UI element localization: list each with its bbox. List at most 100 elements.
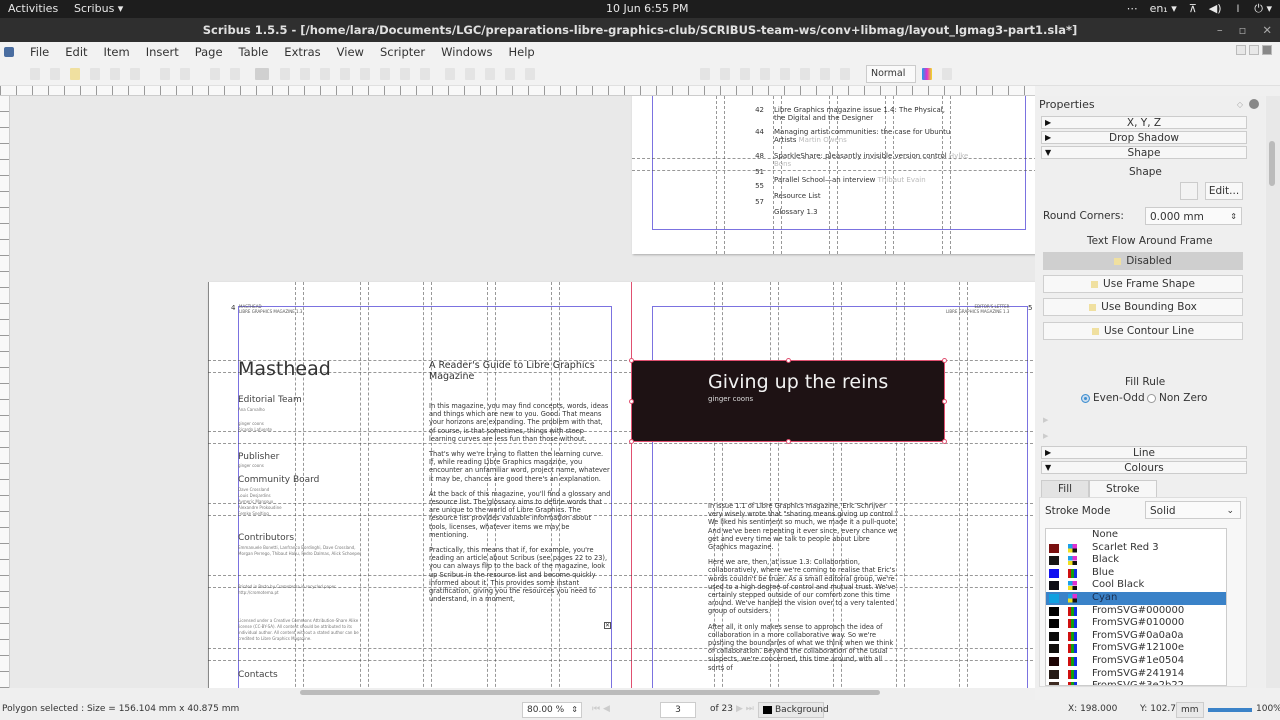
resize-handle[interactable] <box>629 439 634 444</box>
select-tool-icon[interactable] <box>255 68 269 80</box>
resize-handle[interactable] <box>629 358 634 363</box>
menu-extras[interactable]: Extras <box>276 45 328 59</box>
colour-list-item[interactable]: Cyan <box>1046 591 1226 605</box>
open-icon[interactable] <box>50 68 60 80</box>
redo-icon[interactable] <box>180 68 190 80</box>
cut-icon[interactable] <box>210 68 220 80</box>
resize-handle[interactable] <box>786 439 791 444</box>
text-flow-frame-shape-button[interactable]: Use Frame Shape <box>1043 275 1243 293</box>
preflight-icon[interactable] <box>130 68 140 80</box>
zoom-tool-icon[interactable] <box>525 68 535 80</box>
section-colours[interactable]: ▼ Colours <box>1041 461 1247 474</box>
text-flow-bounding-box-button[interactable]: Use Bounding Box <box>1043 298 1243 316</box>
tab-fill[interactable]: Fill <box>1041 480 1090 497</box>
colour-list-item[interactable]: FromSVG#12100e <box>1046 642 1226 655</box>
fill-rule-even-odd-radio[interactable]: Even-Odd <box>1081 392 1145 404</box>
horizontal-ruler[interactable] <box>0 86 1035 96</box>
guide-title[interactable]: A Reader's Guide to Libre Graphics Magaz… <box>429 360 609 382</box>
mdi-restore-button[interactable] <box>1249 45 1259 55</box>
colour-list-item[interactable]: FromSVG#3e2b22 <box>1046 680 1226 685</box>
vertical-ruler[interactable] <box>0 96 10 688</box>
table-of-contents[interactable]: 42 Libre Graphics magazine issue 1.4: Th… <box>744 106 1024 226</box>
app-menu-button[interactable]: Scribus ▾ <box>74 2 123 15</box>
fill-rule-non-zero-radio[interactable]: Non Zero <box>1147 392 1207 404</box>
network-icon[interactable]: ⊼ <box>1189 2 1197 16</box>
menu-table[interactable]: Table <box>231 45 277 59</box>
pdf-combo-icon[interactable] <box>760 68 770 80</box>
resize-handle[interactable] <box>942 358 947 363</box>
text-frame-icon[interactable] <box>280 68 290 80</box>
colour-list[interactable]: None Scarlet Red 3 Black Blue Cool Black Cyan… <box>1045 528 1227 686</box>
mdi-close-button[interactable] <box>1262 45 1272 55</box>
volume-icon[interactable]: ◀) <box>1209 2 1222 16</box>
maximize-button[interactable]: ▫ <box>1239 18 1247 42</box>
section-xyz[interactable]: ▶ X, Y, Z <box>1041 116 1247 129</box>
tab-stroke[interactable]: Stroke <box>1089 480 1157 497</box>
colour-list-item[interactable]: Cool Black <box>1046 579 1226 592</box>
layer-select[interactable]: Background <box>758 702 829 718</box>
close-window-button[interactable]: ✕ <box>1262 18 1272 42</box>
image-frame-icon[interactable] <box>300 68 310 80</box>
spin-arrows-icon[interactable]: ⇕ <box>1230 208 1237 226</box>
guide-text-frame[interactable]: In this magazine, you may find concepts,… <box>429 402 611 610</box>
menu-help[interactable]: Help <box>500 45 542 59</box>
colour-list-item[interactable]: FromSVG#010000 <box>1046 617 1226 630</box>
line-icon[interactable] <box>420 68 430 80</box>
menu-edit[interactable]: Edit <box>57 45 95 59</box>
close-doc-icon[interactable] <box>90 68 100 80</box>
clock[interactable]: 10 Jun 6:55 PM <box>606 2 689 15</box>
float-panel-icon[interactable]: ◇ <box>1237 100 1243 109</box>
colour-list-item[interactable]: Black <box>1046 554 1226 567</box>
polygon-icon[interactable] <box>360 68 370 80</box>
overflow-icon[interactable]: ⋯ <box>1127 2 1138 16</box>
system-tray[interactable]: ⋯ en₁ ▾ ⊼ ◀) ⏽ ⏻ ▾ <box>1127 2 1272 16</box>
section-line[interactable]: ▶ Line <box>1041 446 1247 459</box>
menu-item[interactable]: Item <box>96 45 138 59</box>
calligraphic-icon[interactable] <box>485 68 495 80</box>
colour-list-item[interactable]: None <box>1046 529 1226 542</box>
scrollbar-thumb[interactable] <box>300 690 880 695</box>
bezier-icon[interactable] <box>445 68 455 80</box>
document-canvas[interactable]: 42 Libre Graphics magazine issue 1.4: Th… <box>10 96 1035 688</box>
rotate-icon[interactable] <box>505 68 515 80</box>
shape-icon[interactable] <box>340 68 350 80</box>
spiral-icon[interactable] <box>400 68 410 80</box>
visual-appearance-icon[interactable] <box>942 68 952 80</box>
microphone-icon[interactable]: ⏽ <box>1234 2 1243 16</box>
masthead-title[interactable]: Masthead <box>238 358 331 380</box>
unit-select[interactable]: mm <box>1176 702 1204 718</box>
colour-list-item[interactable]: FromSVG#0a0a0a <box>1046 630 1226 643</box>
save-icon[interactable] <box>70 68 80 80</box>
mdi-minimize-button[interactable] <box>1236 45 1246 55</box>
pdf-checkbox-icon[interactable] <box>740 68 750 80</box>
colour-list-item[interactable]: FromSVG#000000 <box>1046 605 1226 618</box>
text-overflow-marker-icon[interactable]: ✕ <box>604 622 611 629</box>
scrollbar-thumb[interactable] <box>1269 141 1275 186</box>
power-menu-icon[interactable]: ⏻ ▾ <box>1254 2 1272 16</box>
arc-icon[interactable] <box>380 68 390 80</box>
text-flow-disabled-button[interactable]: Disabled <box>1043 252 1243 270</box>
menu-insert[interactable]: Insert <box>138 45 187 59</box>
print-icon[interactable] <box>110 68 120 80</box>
zoom-input[interactable]: 80.00 % ⇕ <box>522 702 582 718</box>
page-spread-4-5[interactable]: 4 MASTHEAD LIBRE GRAPHICS MAGAZINE 1.3 M… <box>208 282 1035 688</box>
menu-windows[interactable]: Windows <box>433 45 500 59</box>
pdf-push-button-icon[interactable] <box>700 68 710 80</box>
colour-list-item[interactable]: Blue <box>1046 567 1226 580</box>
page-nav-next-last-icons[interactable]: ▶ ⏭ <box>736 704 754 714</box>
canvas-horizontal-scrollbar[interactable] <box>10 688 1035 700</box>
color-management-icon[interactable] <box>922 68 932 80</box>
section-drop-shadow[interactable]: ▶ Drop Shadow <box>1041 131 1247 144</box>
image-preview-quality-select[interactable]: Normal ⌄ <box>866 65 916 95</box>
preview-icon[interactable] <box>840 68 850 80</box>
new-document-icon[interactable] <box>30 68 40 80</box>
menu-page[interactable]: Page <box>187 45 231 59</box>
pdf-text-annot-icon[interactable] <box>800 68 810 80</box>
stroke-mode-select[interactable]: Solid ⌄ <box>1145 501 1241 519</box>
menu-file[interactable]: File <box>22 45 57 59</box>
editorial-text-frame[interactable]: In issue 1.1 of Libre Graphics magazine,… <box>708 502 898 679</box>
close-panel-button[interactable] <box>1249 99 1259 109</box>
resize-handle[interactable] <box>786 358 791 363</box>
resize-handle[interactable] <box>629 399 634 404</box>
edit-shape-button[interactable]: Edit... <box>1205 182 1243 200</box>
